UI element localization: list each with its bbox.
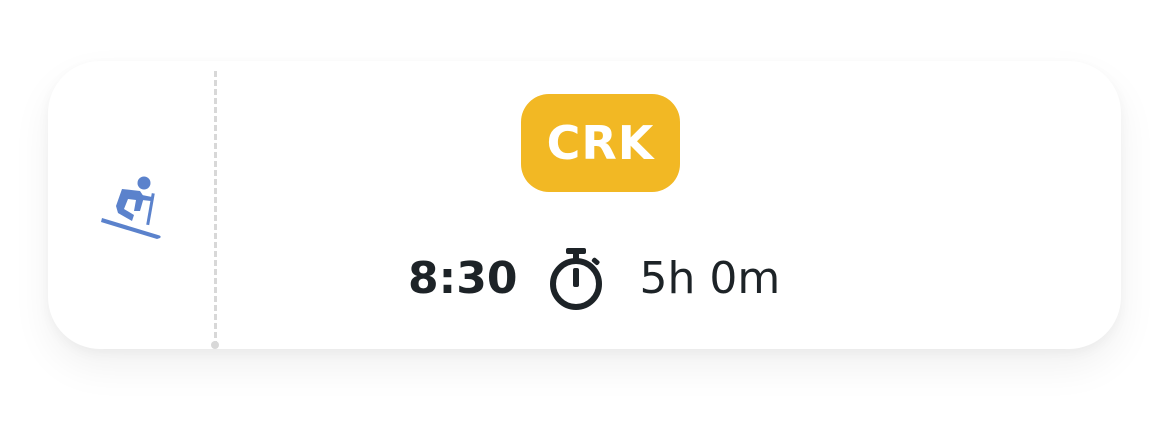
departure-time: 8:30: [408, 252, 518, 304]
trip-duration: 5h 0m: [639, 252, 781, 304]
stopwatch-icon: [550, 248, 603, 310]
divider-dot: [211, 341, 219, 349]
trip-info-row: 8:30 5h 0m: [408, 243, 780, 313]
dashed-divider: [214, 71, 217, 347]
activity-column: [48, 61, 215, 349]
route-code-badge: CRK: [521, 94, 680, 192]
skiing-icon: [101, 176, 161, 239]
trip-card[interactable]: CRK 8:30 5h 0m: [48, 61, 1121, 349]
